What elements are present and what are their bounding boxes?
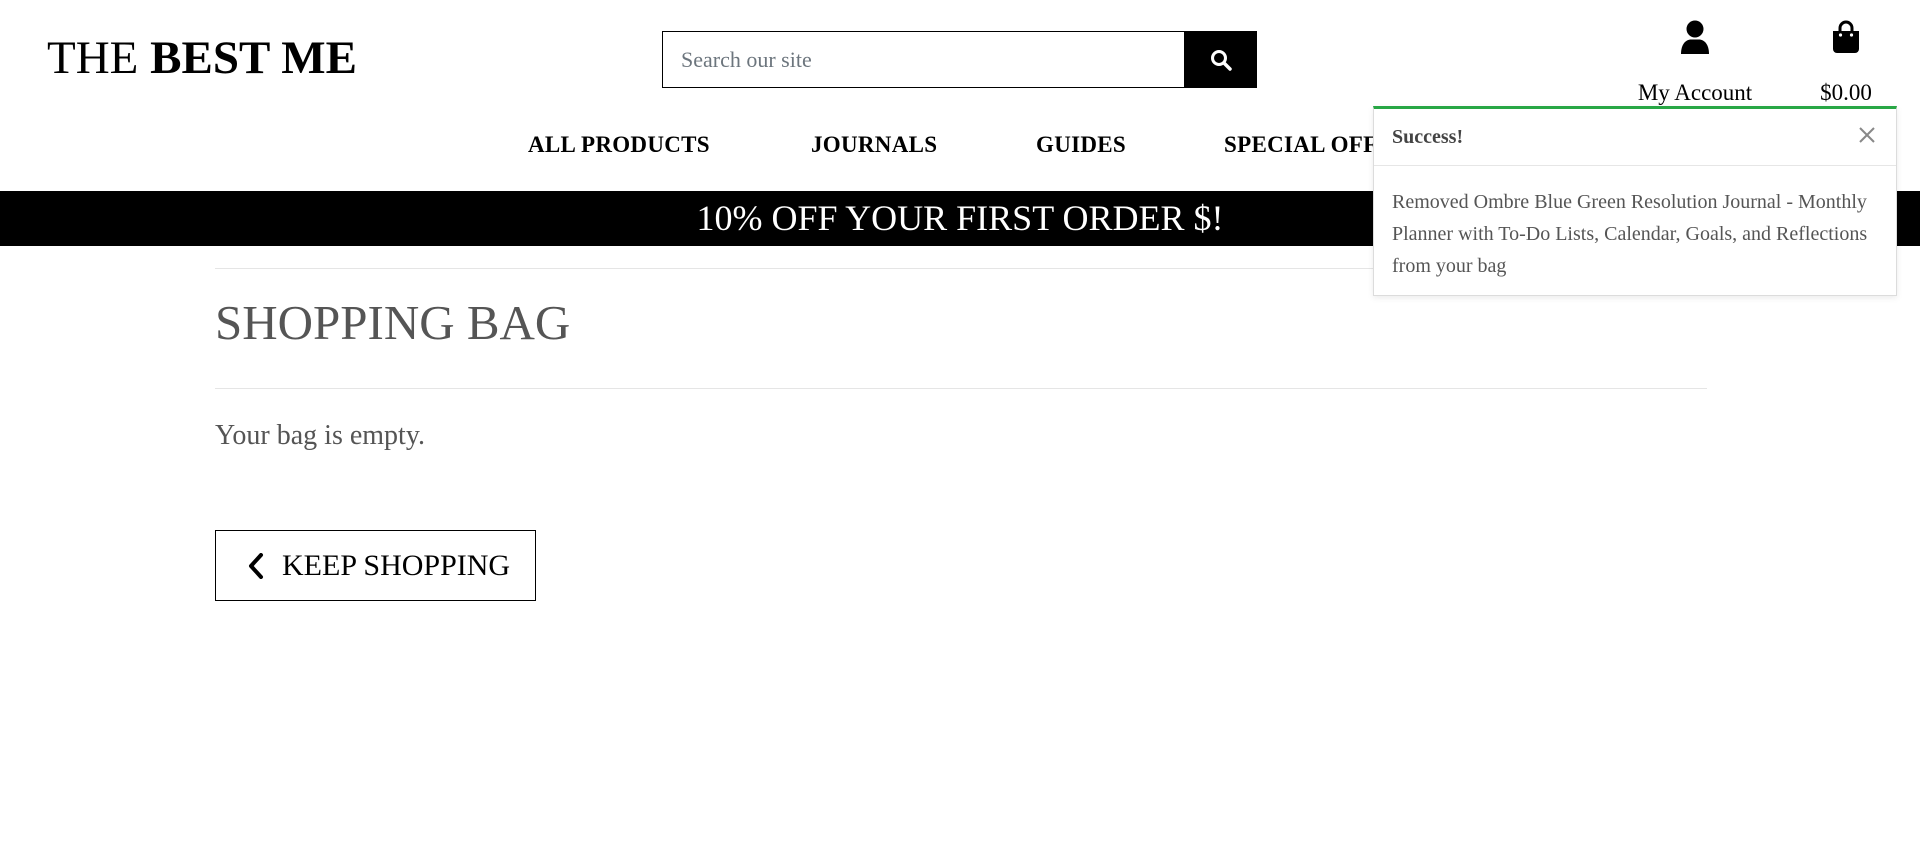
page-title: SHOPPING BAG <box>215 295 571 350</box>
bag-total: $0.00 <box>1820 80 1872 105</box>
search-icon <box>1210 49 1232 71</box>
close-icon <box>1859 127 1875 143</box>
promo-banner-text: 10% OFF YOUR FIRST ORDER $! <box>696 198 1224 238</box>
search-button[interactable] <box>1184 31 1257 88</box>
keep-shopping-button[interactable]: KEEP SHOPPING <box>215 530 536 601</box>
toast-header: Success! <box>1374 109 1896 166</box>
nav-all-products[interactable]: ALL PRODUCTS <box>528 132 710 158</box>
chevron-left-icon <box>249 552 263 579</box>
logo-text-bold: BEST ME <box>150 32 357 84</box>
my-account-label: My Account <box>1637 80 1753 105</box>
shopping-bag-link[interactable]: $0.00 <box>1808 20 1884 104</box>
site-logo[interactable]: THE BEST ME <box>47 28 357 88</box>
nav-journals[interactable]: JOURNALS <box>811 132 937 158</box>
empty-bag-message: Your bag is empty. <box>215 420 426 451</box>
nav-special-offers[interactable]: SPECIAL OFF <box>1224 132 1377 158</box>
my-account-link[interactable]: My Account <box>1630 20 1760 104</box>
success-toast: Success! Removed Ombre Blue Green Resolu… <box>1373 106 1897 296</box>
user-icon <box>1681 20 1709 54</box>
toast-message: Removed Ombre Blue Green Resolution Jour… <box>1392 191 1868 277</box>
toast-close-button[interactable] <box>1855 123 1879 147</box>
search-input[interactable] <box>662 31 1184 88</box>
keep-shopping-label: KEEP SHOPPING <box>282 548 511 582</box>
toast-title: Success! <box>1392 126 1464 148</box>
shopping-bag-icon <box>1833 20 1859 53</box>
logo-text-light: THE <box>47 32 151 84</box>
nav-guides[interactable]: GUIDES <box>1036 132 1126 158</box>
search-form <box>662 31 1257 88</box>
divider-bottom <box>215 388 1707 389</box>
